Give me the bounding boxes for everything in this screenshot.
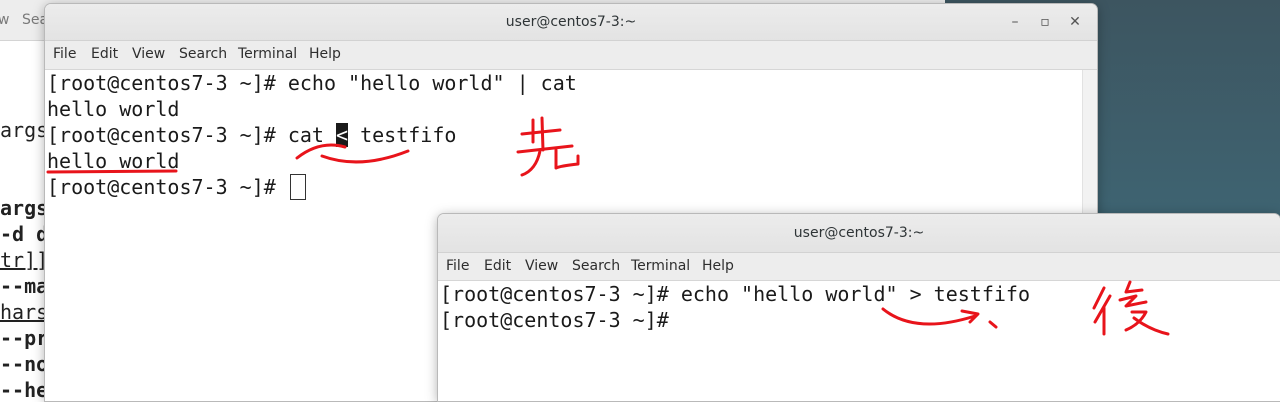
menu-bar: File Edit View Search Terminal Help [45, 41, 1097, 70]
terminal-content[interactable]: [root@centos7-3 ~]# echo "hello world" >… [438, 281, 1280, 401]
menu-edit[interactable]: Edit [484, 258, 511, 274]
title-bar[interactable]: user@centos7-3:~ – ▫ ✕ [45, 4, 1097, 41]
menu-edit[interactable]: Edit [91, 46, 118, 62]
background-text-line: --ma [0, 274, 49, 298]
terminal-window-second[interactable]: user@centos7-3:~ File Edit View Search T… [438, 214, 1280, 401]
background-text-line: args [0, 196, 49, 220]
menu-terminal[interactable]: Terminal [631, 258, 690, 274]
menu-search[interactable]: Search [179, 46, 227, 62]
terminal-line: [root@centos7-3 ~]# echo "hello world" >… [440, 282, 1031, 306]
prompt-text: [root@centos7-3 ~]# cat [47, 123, 336, 147]
menu-file[interactable]: File [53, 46, 76, 62]
terminal-line: [root@centos7-3 ~]# echo "hello world" |… [47, 71, 577, 95]
background-text-line: --pr [0, 326, 49, 350]
close-button[interactable]: ✕ [1063, 4, 1087, 40]
text-cursor [289, 174, 306, 200]
command-text: testfifo [348, 123, 457, 147]
highlighted-selection: < [335, 123, 349, 147]
terminal-line: hello world [47, 97, 180, 121]
background-text-line: hars [0, 300, 49, 324]
background-menu-fragment-view[interactable]: w [0, 12, 9, 28]
menu-file[interactable]: File [446, 258, 469, 274]
menu-help[interactable]: Help [309, 46, 341, 62]
background-text-line: --he [0, 378, 49, 402]
maximize-button[interactable]: ▫ [1033, 4, 1057, 40]
window-title: user@centos7-3:~ [505, 14, 637, 30]
window-title: user@centos7-3:~ [793, 225, 925, 241]
background-text-line: args [0, 118, 49, 142]
prompt-text: [root@centos7-3 ~]# [47, 175, 288, 199]
terminal-line: [root@centos7-3 ~]# [440, 308, 669, 332]
terminal-line: hello world [47, 149, 180, 173]
terminal-line: [root@centos7-3 ~]# [47, 174, 306, 200]
menu-search[interactable]: Search [572, 258, 620, 274]
menu-view[interactable]: View [525, 258, 558, 274]
background-text-line: tr]] [0, 248, 49, 272]
menu-view[interactable]: View [132, 46, 165, 62]
background-text-line: --no [0, 352, 49, 376]
terminal-line: [root@centos7-3 ~]# cat < testfifo [47, 122, 456, 148]
minimize-button[interactable]: – [1003, 4, 1027, 40]
title-bar[interactable]: user@centos7-3:~ [438, 214, 1280, 253]
menu-bar: File Edit View Search Terminal Help [438, 253, 1280, 281]
menu-terminal[interactable]: Terminal [238, 46, 297, 62]
background-text-line: -d d [0, 222, 49, 246]
menu-help[interactable]: Help [702, 258, 734, 274]
